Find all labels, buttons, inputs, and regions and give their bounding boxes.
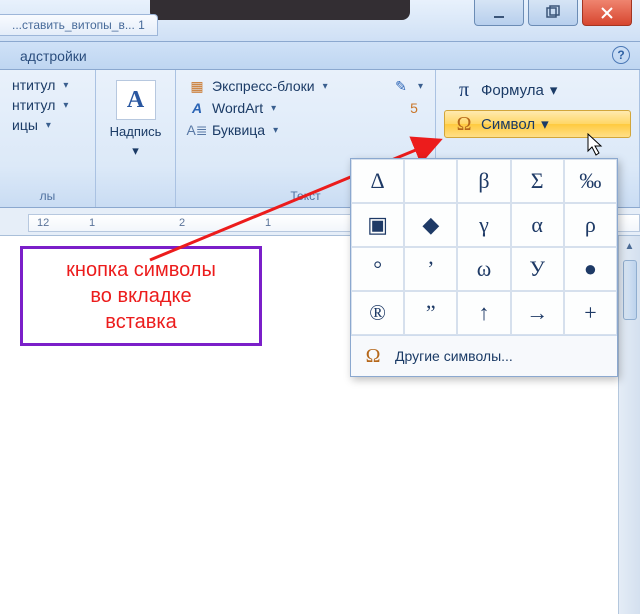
chevron-down-icon: ▾: [63, 80, 68, 91]
symbol-cell[interactable]: ω: [457, 247, 510, 291]
callout-line: вставка: [29, 309, 253, 335]
window-buttons: [474, 0, 632, 26]
group-label-empty: [104, 201, 167, 205]
ruler-mark: 2: [179, 217, 185, 229]
vertical-scrollbar[interactable]: ▲: [618, 236, 640, 614]
textbox-icon: A: [116, 80, 156, 120]
symbol-label: Символ: [481, 116, 535, 133]
wordart-label: WordArt: [212, 100, 263, 116]
drop-cap-button[interactable]: A≣ Буквица ▾: [184, 120, 427, 140]
chevron-down-icon: ▾: [46, 120, 51, 131]
footer-button[interactable]: нтитул ▾: [8, 96, 87, 114]
symbol-cell[interactable]: ρ: [564, 203, 617, 247]
quick-parts-label: Экспресс-блоки: [212, 78, 315, 94]
symbol-cell[interactable]: +: [564, 291, 617, 335]
omega-icon: Ω: [361, 344, 385, 368]
help-icon: ?: [617, 48, 624, 62]
titlebar-dark-region: [150, 0, 410, 20]
document-tab[interactable]: ...ставить_витопы_в... 1: [0, 14, 158, 36]
scroll-up-arrow[interactable]: ▲: [619, 236, 640, 256]
tab-label: адстройки: [20, 48, 87, 64]
ruler-mark: 1: [265, 217, 271, 229]
symbol-cell[interactable]: γ: [457, 203, 510, 247]
chevron-down-icon: ▾: [541, 115, 549, 133]
symbol-cell[interactable]: →: [511, 291, 564, 335]
equation-label: Формула: [481, 82, 544, 99]
textbox-button[interactable]: A Надпись ▾: [104, 76, 167, 163]
help-button[interactable]: ?: [612, 46, 630, 64]
symbol-dropdown-panel: Δ β Σ ‰ ▣ ◆ γ α ρ ° ’ ω У ● ® ” ↑ → + Ω …: [350, 158, 618, 377]
document-tab-label: ...ставить_витопы_в... 1: [12, 18, 145, 32]
chevron-down-icon: ▾: [323, 81, 328, 92]
maximize-icon: [545, 5, 561, 21]
symbol-cell[interactable]: Δ: [351, 159, 404, 203]
symbol-cell[interactable]: ’: [404, 247, 457, 291]
ruler-mark: 1: [89, 217, 95, 229]
symbol-cell[interactable]: ®: [351, 291, 404, 335]
tab-addins[interactable]: адстройки: [6, 44, 101, 69]
symbol-cell[interactable]: ↑: [457, 291, 510, 335]
symbol-cell[interactable]: ▣: [351, 203, 404, 247]
callout-line: во вкладке: [29, 283, 253, 309]
header-label: нтитул: [12, 77, 55, 93]
chevron-down-icon: ▾: [273, 125, 278, 136]
omega-icon: Ω: [453, 113, 475, 135]
callout-line: кнопка символы: [29, 257, 253, 283]
maximize-button[interactable]: [528, 0, 578, 26]
symbol-cell[interactable]: ‰: [564, 159, 617, 203]
textbox-label: Надпись: [110, 124, 162, 139]
close-button[interactable]: [582, 0, 632, 26]
symbol-cell[interactable]: ”: [404, 291, 457, 335]
date-time-button[interactable]: 5: [401, 98, 427, 118]
symbol-cell[interactable]: °: [351, 247, 404, 291]
symbol-grid: Δ β Σ ‰ ▣ ◆ γ α ρ ° ’ ω У ● ® ” ↑ → +: [351, 159, 617, 335]
symbol-cell[interactable]: Σ: [511, 159, 564, 203]
minimize-button[interactable]: [474, 0, 524, 26]
window-titlebar: ...ставить_витопы_в... 1: [0, 0, 640, 42]
symbol-cell[interactable]: β: [457, 159, 510, 203]
chevron-down-icon: ▾: [63, 100, 68, 111]
more-symbols-button[interactable]: Ω Другие символы...: [351, 335, 617, 376]
page-number-button[interactable]: ицы ▾: [8, 116, 87, 134]
quick-parts-icon: ▦: [188, 77, 206, 95]
page-number-label: ицы: [12, 117, 38, 133]
chevron-down-icon: ▾: [132, 143, 139, 159]
symbol-cell[interactable]: ●: [564, 247, 617, 291]
date-time-icon: 5: [405, 99, 423, 117]
signature-line-button[interactable]: ✎▾: [388, 76, 427, 96]
pi-icon: π: [453, 79, 475, 101]
chevron-down-icon: ▾: [418, 81, 423, 92]
footer-label: нтитул: [12, 97, 55, 113]
quick-parts-button[interactable]: ▦ Экспресс-блоки ▾: [184, 76, 332, 96]
equation-button[interactable]: π Формула ▾: [444, 76, 631, 104]
minimize-icon: [491, 5, 507, 21]
wordart-button[interactable]: A WordArt ▾: [184, 98, 280, 118]
annotation-callout: кнопка символы во вкладке вставка: [20, 246, 262, 346]
drop-cap-icon: A≣: [188, 121, 206, 139]
ribbon-tab-row: адстройки ?: [0, 42, 640, 70]
symbol-cell[interactable]: [404, 159, 457, 203]
ribbon-group-header-footer: нтитул ▾ нтитул ▾ ицы ▾ лы: [0, 70, 96, 207]
ribbon-group-textbox: A Надпись ▾: [96, 70, 176, 207]
symbol-cell[interactable]: α: [511, 203, 564, 247]
drop-cap-label: Буквица: [212, 122, 265, 138]
ruler-mark: 12: [37, 217, 49, 229]
header-button[interactable]: нтитул ▾: [8, 76, 87, 94]
close-icon: [599, 5, 615, 21]
symbol-cell[interactable]: ◆: [404, 203, 457, 247]
group-label: лы: [8, 187, 87, 205]
more-symbols-label: Другие символы...: [395, 348, 513, 364]
scroll-thumb[interactable]: [623, 260, 637, 320]
signature-icon: ✎: [392, 77, 410, 95]
chevron-down-icon: ▾: [550, 81, 558, 99]
chevron-down-icon: ▾: [271, 103, 276, 114]
symbol-cell[interactable]: У: [511, 247, 564, 291]
symbol-button[interactable]: Ω Символ ▾: [444, 110, 631, 138]
wordart-icon: A: [188, 99, 206, 117]
